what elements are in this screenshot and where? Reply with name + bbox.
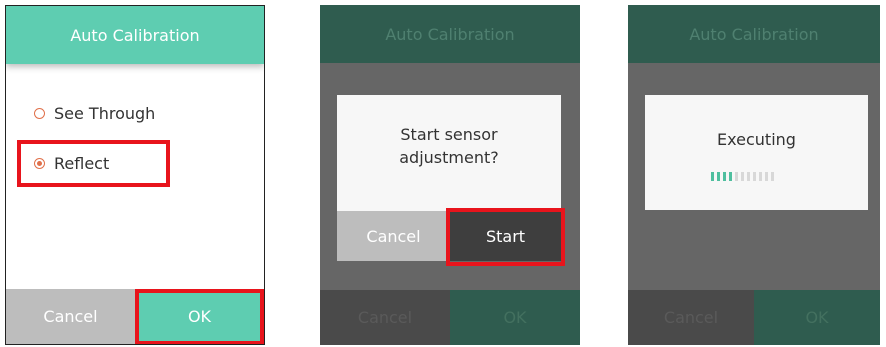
highlight-box-ok	[135, 289, 264, 344]
screen-title: Auto Calibration	[6, 6, 264, 64]
progress-segment-filled	[729, 172, 732, 181]
ok-button[interactable]: OK	[450, 290, 580, 345]
progress-indicator	[711, 172, 774, 181]
progress-segment-empty	[771, 172, 774, 181]
auto-calibration-screen-2: Auto Calibration Start sensor adjustment…	[320, 5, 580, 345]
dialog-cancel-button[interactable]: Cancel	[337, 211, 450, 261]
screen-title: Auto Calibration	[320, 5, 580, 63]
progress-segment-empty	[765, 172, 768, 181]
auto-calibration-screen-1: Auto Calibration See Through Reflect Can…	[5, 5, 265, 345]
cancel-button[interactable]: Cancel	[6, 289, 135, 344]
highlight-box-reflect	[17, 140, 170, 187]
progress-segment-filled	[717, 172, 720, 181]
confirm-dialog: Start sensor adjustment?	[337, 95, 561, 211]
status-text: Executing	[717, 130, 796, 149]
progress-segment-empty	[735, 172, 738, 181]
screen-title: Auto Calibration	[628, 5, 880, 63]
cancel-button[interactable]: Cancel	[320, 290, 450, 345]
option-label: See Through	[54, 104, 156, 123]
progress-segment-empty	[753, 172, 756, 181]
cancel-button[interactable]: Cancel	[628, 290, 754, 345]
progress-segment-empty	[759, 172, 762, 181]
dialog-message: Start sensor adjustment?	[399, 125, 499, 167]
progress-dialog: Executing	[645, 95, 868, 210]
highlight-box-start	[446, 208, 565, 266]
option-see-through[interactable]: See Through	[34, 104, 155, 123]
progress-segment-filled	[723, 172, 726, 181]
progress-segment-filled	[711, 172, 714, 181]
auto-calibration-screen-3: Auto Calibration Executing Cancel OK	[628, 5, 880, 345]
radio-unselected-icon	[34, 108, 45, 119]
ok-button[interactable]: OK	[754, 290, 880, 345]
progress-segment-empty	[741, 172, 744, 181]
footer-buttons: Cancel OK	[628, 290, 880, 345]
progress-segment-empty	[747, 172, 750, 181]
footer-buttons: Cancel OK	[320, 290, 580, 345]
